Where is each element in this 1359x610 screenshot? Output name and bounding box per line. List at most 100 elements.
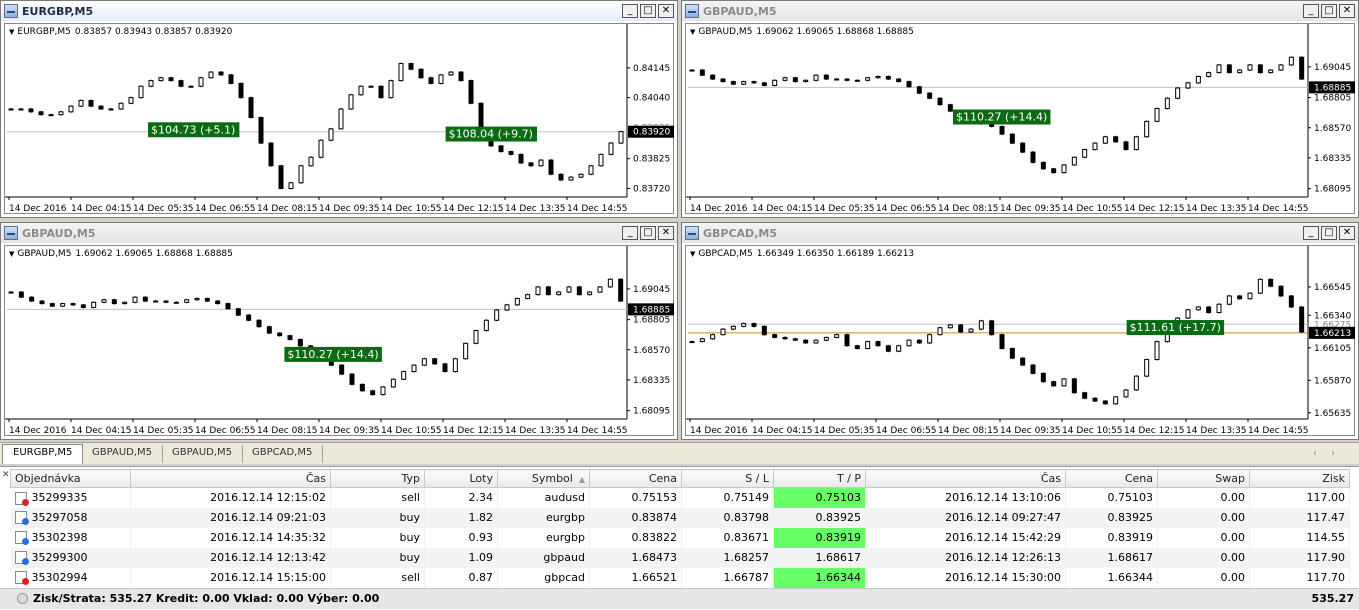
header-triangle-icon[interactable]: ▼	[690, 250, 695, 258]
price-bar-body	[1071, 156, 1077, 166]
minimize-button[interactable]: _	[1303, 4, 1319, 18]
window-titlebar[interactable]: GBPAUD,M5 _ □ ✕	[682, 1, 1358, 21]
price-tick-label: 0.84040	[633, 94, 670, 104]
price-bar-body	[875, 341, 881, 347]
header-triangle-icon[interactable]: ▼	[9, 28, 14, 36]
order-cell: 35299335	[10, 487, 131, 508]
time-cell: 2016.12.14 12:15:02	[130, 487, 331, 508]
price-tick-label: 1.69045	[633, 285, 670, 295]
tab-gbpcad[interactable]: GBPCAD,M5	[242, 445, 324, 463]
col-close-price[interactable]: Cena	[1065, 469, 1158, 488]
chart-window-gbpcad[interactable]: GBPCAD,M5 _ □ ✕ 1.66545 1.66340 1.66105 1.6…	[681, 222, 1359, 440]
table-row[interactable]: 35299300 2016.12.14 12:13:42 buy 1.09 gb…	[10, 547, 1350, 568]
price-bar-body	[525, 294, 531, 299]
col-type[interactable]: Typ	[330, 469, 425, 488]
tab-gbpaud-2[interactable]: GBPAUD,M5	[162, 445, 244, 463]
time-tick-label: 14 Dec 05:35	[814, 426, 875, 436]
price-chart[interactable]: 1.665451.663401.661051.658701.656351.662…	[686, 246, 1356, 437]
col-sl[interactable]: S / L	[681, 469, 774, 488]
col-close-time[interactable]: Čas	[865, 469, 1066, 488]
price-bar-body	[288, 182, 294, 189]
maximize-button[interactable]: □	[640, 226, 656, 240]
col-lots[interactable]: Loty	[424, 469, 498, 488]
window-titlebar[interactable]: GBPAUD,M5 _ □ ✕	[1, 223, 677, 243]
chart-area[interactable]: 1.69045 1.68805 1.68570 1.68335 1.68095 1.688…	[4, 245, 674, 436]
price-bar-body	[865, 77, 871, 81]
price-tick-label: 0.83825	[633, 155, 670, 165]
price-bar-body	[378, 85, 384, 99]
header-triangle-icon[interactable]: ▼	[9, 250, 14, 258]
col-time[interactable]: Čas	[130, 469, 331, 488]
col-symbol[interactable]: Symbol ▲	[497, 469, 590, 488]
close-button[interactable]: ✕	[1339, 226, 1355, 240]
chart-area[interactable]: 0.841450.840400.838250.837200.839350.839…	[4, 23, 674, 214]
col-order[interactable]: Objednávka	[10, 469, 131, 488]
tab-scroll-arrows[interactable]: ‹›	[1313, 448, 1349, 459]
close-button[interactable]: ✕	[1339, 4, 1355, 18]
price-bar-body	[468, 80, 474, 104]
chart-window-gbpaud-2[interactable]: GBPAUD,M5 _ □ ✕ 1.69045 1.68805 1.68570 1.6…	[0, 222, 678, 440]
price-bar-body	[1206, 72, 1212, 77]
trade-profit-label: $111.61 (+17.7)	[1130, 321, 1221, 334]
table-row[interactable]: 35302398 2016.12.14 14:35:32 buy 0.93 eu…	[10, 527, 1350, 548]
price-bar-body	[1175, 87, 1181, 99]
price-bar-body	[1082, 149, 1088, 158]
chart-window-gbpaud[interactable]: GBPAUD,M5 _ □ ✕ 1.69045 1.68805 1.68570 1.6…	[681, 0, 1359, 218]
price-bar-body	[937, 327, 943, 336]
price-bar-body	[598, 153, 604, 167]
scroll-right-icon[interactable]: ›	[1331, 448, 1349, 459]
close-button[interactable]: ✕	[658, 4, 674, 18]
time-tick-label: 14 Dec 13:35	[1186, 426, 1247, 436]
maximize-button[interactable]: □	[1321, 226, 1337, 240]
window-titlebar[interactable]: EURGBP,M5 _ □ ✕	[1, 1, 677, 21]
minimize-button[interactable]: _	[622, 226, 638, 240]
chart-header: ▼ GBPCAD,M5 1.66349 1.66350 1.66189 1.6621…	[690, 249, 914, 259]
trade-profit-label: $108.04 (+9.7)	[449, 128, 533, 141]
symbol-cell: eurgbp	[497, 527, 590, 548]
table-row[interactable]: 35299335 2016.12.14 12:15:02 sell 2.34 a…	[10, 487, 1350, 508]
price-bar-body	[297, 339, 303, 347]
price-bar-body	[1102, 400, 1108, 405]
price-bar-body	[508, 151, 514, 155]
price-bar-body	[689, 341, 695, 344]
maximize-button[interactable]: □	[1321, 4, 1337, 18]
type-cell: buy	[330, 507, 425, 528]
price-chart[interactable]: 1.69045 1.68805 1.68570 1.68335 1.68095 1.688…	[5, 246, 675, 437]
price-cell: 0.83874	[589, 507, 682, 528]
close-button[interactable]: ✕	[658, 226, 674, 240]
window-titlebar[interactable]: GBPCAD,M5 _ □ ✕	[682, 223, 1358, 243]
scroll-left-icon[interactable]: ‹	[1313, 448, 1331, 459]
minimize-button[interactable]: _	[1303, 226, 1319, 240]
time-tick-label: 14 Dec 14:55	[567, 204, 628, 214]
price-chart[interactable]: 1.69045 1.68805 1.68570 1.68335 1.68095 1.688…	[686, 24, 1356, 215]
minimize-button[interactable]: _	[622, 4, 638, 18]
order-cell: 35299300	[10, 547, 131, 568]
col-profit[interactable]: Zisk	[1249, 469, 1350, 488]
price-bar-body	[1123, 141, 1129, 151]
price-bar-body	[328, 128, 334, 141]
col-swap[interactable]: Swap	[1157, 469, 1250, 488]
chart-area[interactable]: 1.66545 1.66340 1.66105 1.65870 1.65635 1.662…	[685, 245, 1355, 436]
terminal-close-icon[interactable]: ✕	[2, 470, 10, 480]
time-tick-label: 14 Dec 13:35	[505, 204, 566, 214]
time-tick-label: 14 Dec 12:15	[443, 426, 504, 436]
price-bar-body	[568, 176, 574, 181]
profit-cell: 117.47	[1249, 507, 1350, 528]
maximize-button[interactable]: □	[640, 4, 656, 18]
chart-window-eurgbp[interactable]: EURGBP,M5 _ □ ✕ 0.84145 0.84040 0.83825 0.8…	[0, 0, 678, 218]
price-chart[interactable]: 0.841450.840400.838250.837200.839350.839…	[5, 24, 675, 215]
close-price-cell: 0.75103	[1065, 487, 1158, 508]
price-bar-body	[608, 142, 614, 155]
price-bar-body	[218, 71, 224, 76]
col-price[interactable]: Cena	[589, 469, 682, 488]
header-triangle-icon[interactable]: ▼	[690, 28, 695, 36]
col-tp[interactable]: T / P	[773, 469, 866, 488]
type-cell: sell	[330, 487, 425, 508]
table-row[interactable]: 35302994 2016.12.14 15:15:00 sell 0.87 g…	[10, 567, 1350, 588]
price-bar-body	[597, 286, 603, 293]
tab-eurgbp[interactable]: EURGBP,M5	[2, 444, 84, 464]
table-row[interactable]: 35297058 2016.12.14 09:21:03 buy 1.82 eu…	[10, 507, 1350, 528]
tab-gbpaud[interactable]: GBPAUD,M5	[82, 445, 164, 463]
price-bar-body	[792, 338, 798, 341]
chart-area[interactable]: 1.69045 1.68805 1.68570 1.68335 1.68095 1.688…	[685, 23, 1355, 214]
